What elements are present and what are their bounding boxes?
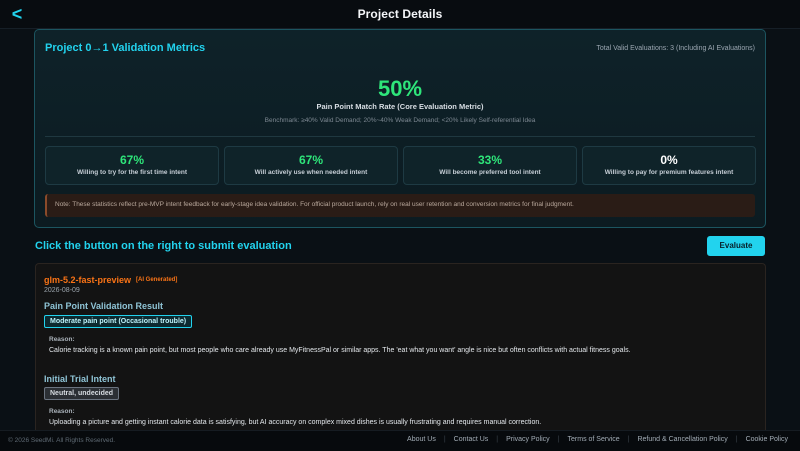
footer-link-refund[interactable]: Refund & Cancellation Policy	[637, 436, 727, 443]
footer-link-about[interactable]: About Us	[407, 436, 436, 443]
reason-text: Calorie tracking is a known pain point, …	[49, 347, 631, 354]
footer: © 2026 SeedMi. All Rights Reserved. Abou…	[0, 430, 800, 451]
stat-premium-pay: 0% Willing to pay for premium features i…	[582, 146, 756, 185]
metrics-title: Project 0→1 Validation Metrics	[45, 42, 206, 54]
pain-point-match-rate: 50%	[377, 76, 423, 101]
note-box: Note: These statistics reflect pre-MVP i…	[45, 194, 755, 217]
stat-value: 0%	[660, 153, 678, 167]
evaluate-button[interactable]: Evaluate	[707, 236, 765, 256]
stat-active-use: 67% Will actively use when needed intent	[224, 146, 398, 185]
footer-link-contact[interactable]: Contact Us	[454, 436, 489, 443]
reason-label: Reason:	[49, 336, 75, 343]
footer-separator: |	[735, 436, 738, 443]
evaluator-model-name: glm-5.2-fast-preview	[44, 275, 132, 285]
validation-metrics-card: Project 0→1 Validation Metrics Total Val…	[34, 29, 766, 228]
stat-value: 67%	[119, 153, 145, 167]
benchmark-text: Benchmark: ≥40% Valid Demand; 20%~40% We…	[264, 117, 536, 124]
footer-link-terms[interactable]: Terms of Service	[568, 436, 620, 443]
pain-point-match-label: Pain Point Match Rate (Core Evaluation M…	[316, 102, 484, 111]
divider	[45, 136, 755, 137]
footer-link-privacy[interactable]: Privacy Policy	[506, 436, 550, 443]
reason-label: Reason:	[49, 408, 75, 415]
top-bar: < Project Details	[0, 0, 800, 29]
stat-label: Willing to try for the first time intent	[76, 169, 188, 176]
trial-intent-badge: Neutral, undecided	[44, 387, 120, 400]
initial-trial-intent-title: Initial Trial Intent	[44, 374, 116, 384]
total-evaluations: Total Valid Evaluations: 3 (Including AI…	[596, 45, 755, 52]
ai-generated-tag: [AI Generated]	[136, 277, 178, 283]
reason-text: Uploading a picture and getting instant …	[49, 419, 542, 426]
stat-label: Will actively use when needed intent	[254, 169, 368, 176]
footer-separator: |	[557, 436, 560, 443]
stat-first-time-try: 67% Willing to try for the first time in…	[45, 146, 219, 185]
page-title: Project Details	[357, 7, 443, 21]
evaluation-card: glm-5.2-fast-preview [AI Generated] 2026…	[35, 263, 766, 430]
back-arrow-icon[interactable]: <	[8, 3, 26, 25]
stat-label: Willing to pay for premium features inte…	[604, 169, 734, 176]
main-content[interactable]: Project 0→1 Validation Metrics Total Val…	[0, 29, 800, 430]
evaluation-date: 2026-08-09	[44, 287, 80, 294]
copyright: © 2026 SeedMi. All Rights Reserved.	[8, 437, 116, 444]
stat-label: Will become preferred tool intent	[439, 169, 541, 176]
submit-evaluation-heading: Click the button on the right to submit …	[35, 240, 292, 252]
pain-point-result-title: Pain Point Validation Result	[44, 301, 164, 311]
stat-value: 33%	[477, 153, 503, 167]
stat-preferred-tool: 33% Will become preferred tool intent	[403, 146, 577, 185]
stat-value: 67%	[298, 153, 324, 167]
footer-separator: |	[443, 436, 446, 443]
footer-links: About Us | Contact Us | Privacy Policy |…	[407, 436, 788, 443]
footer-separator: |	[627, 436, 630, 443]
pain-point-badge: Moderate pain point (Occasional trouble)	[44, 315, 193, 328]
footer-link-cookie[interactable]: Cookie Policy	[746, 436, 788, 443]
footer-separator: |	[496, 436, 499, 443]
